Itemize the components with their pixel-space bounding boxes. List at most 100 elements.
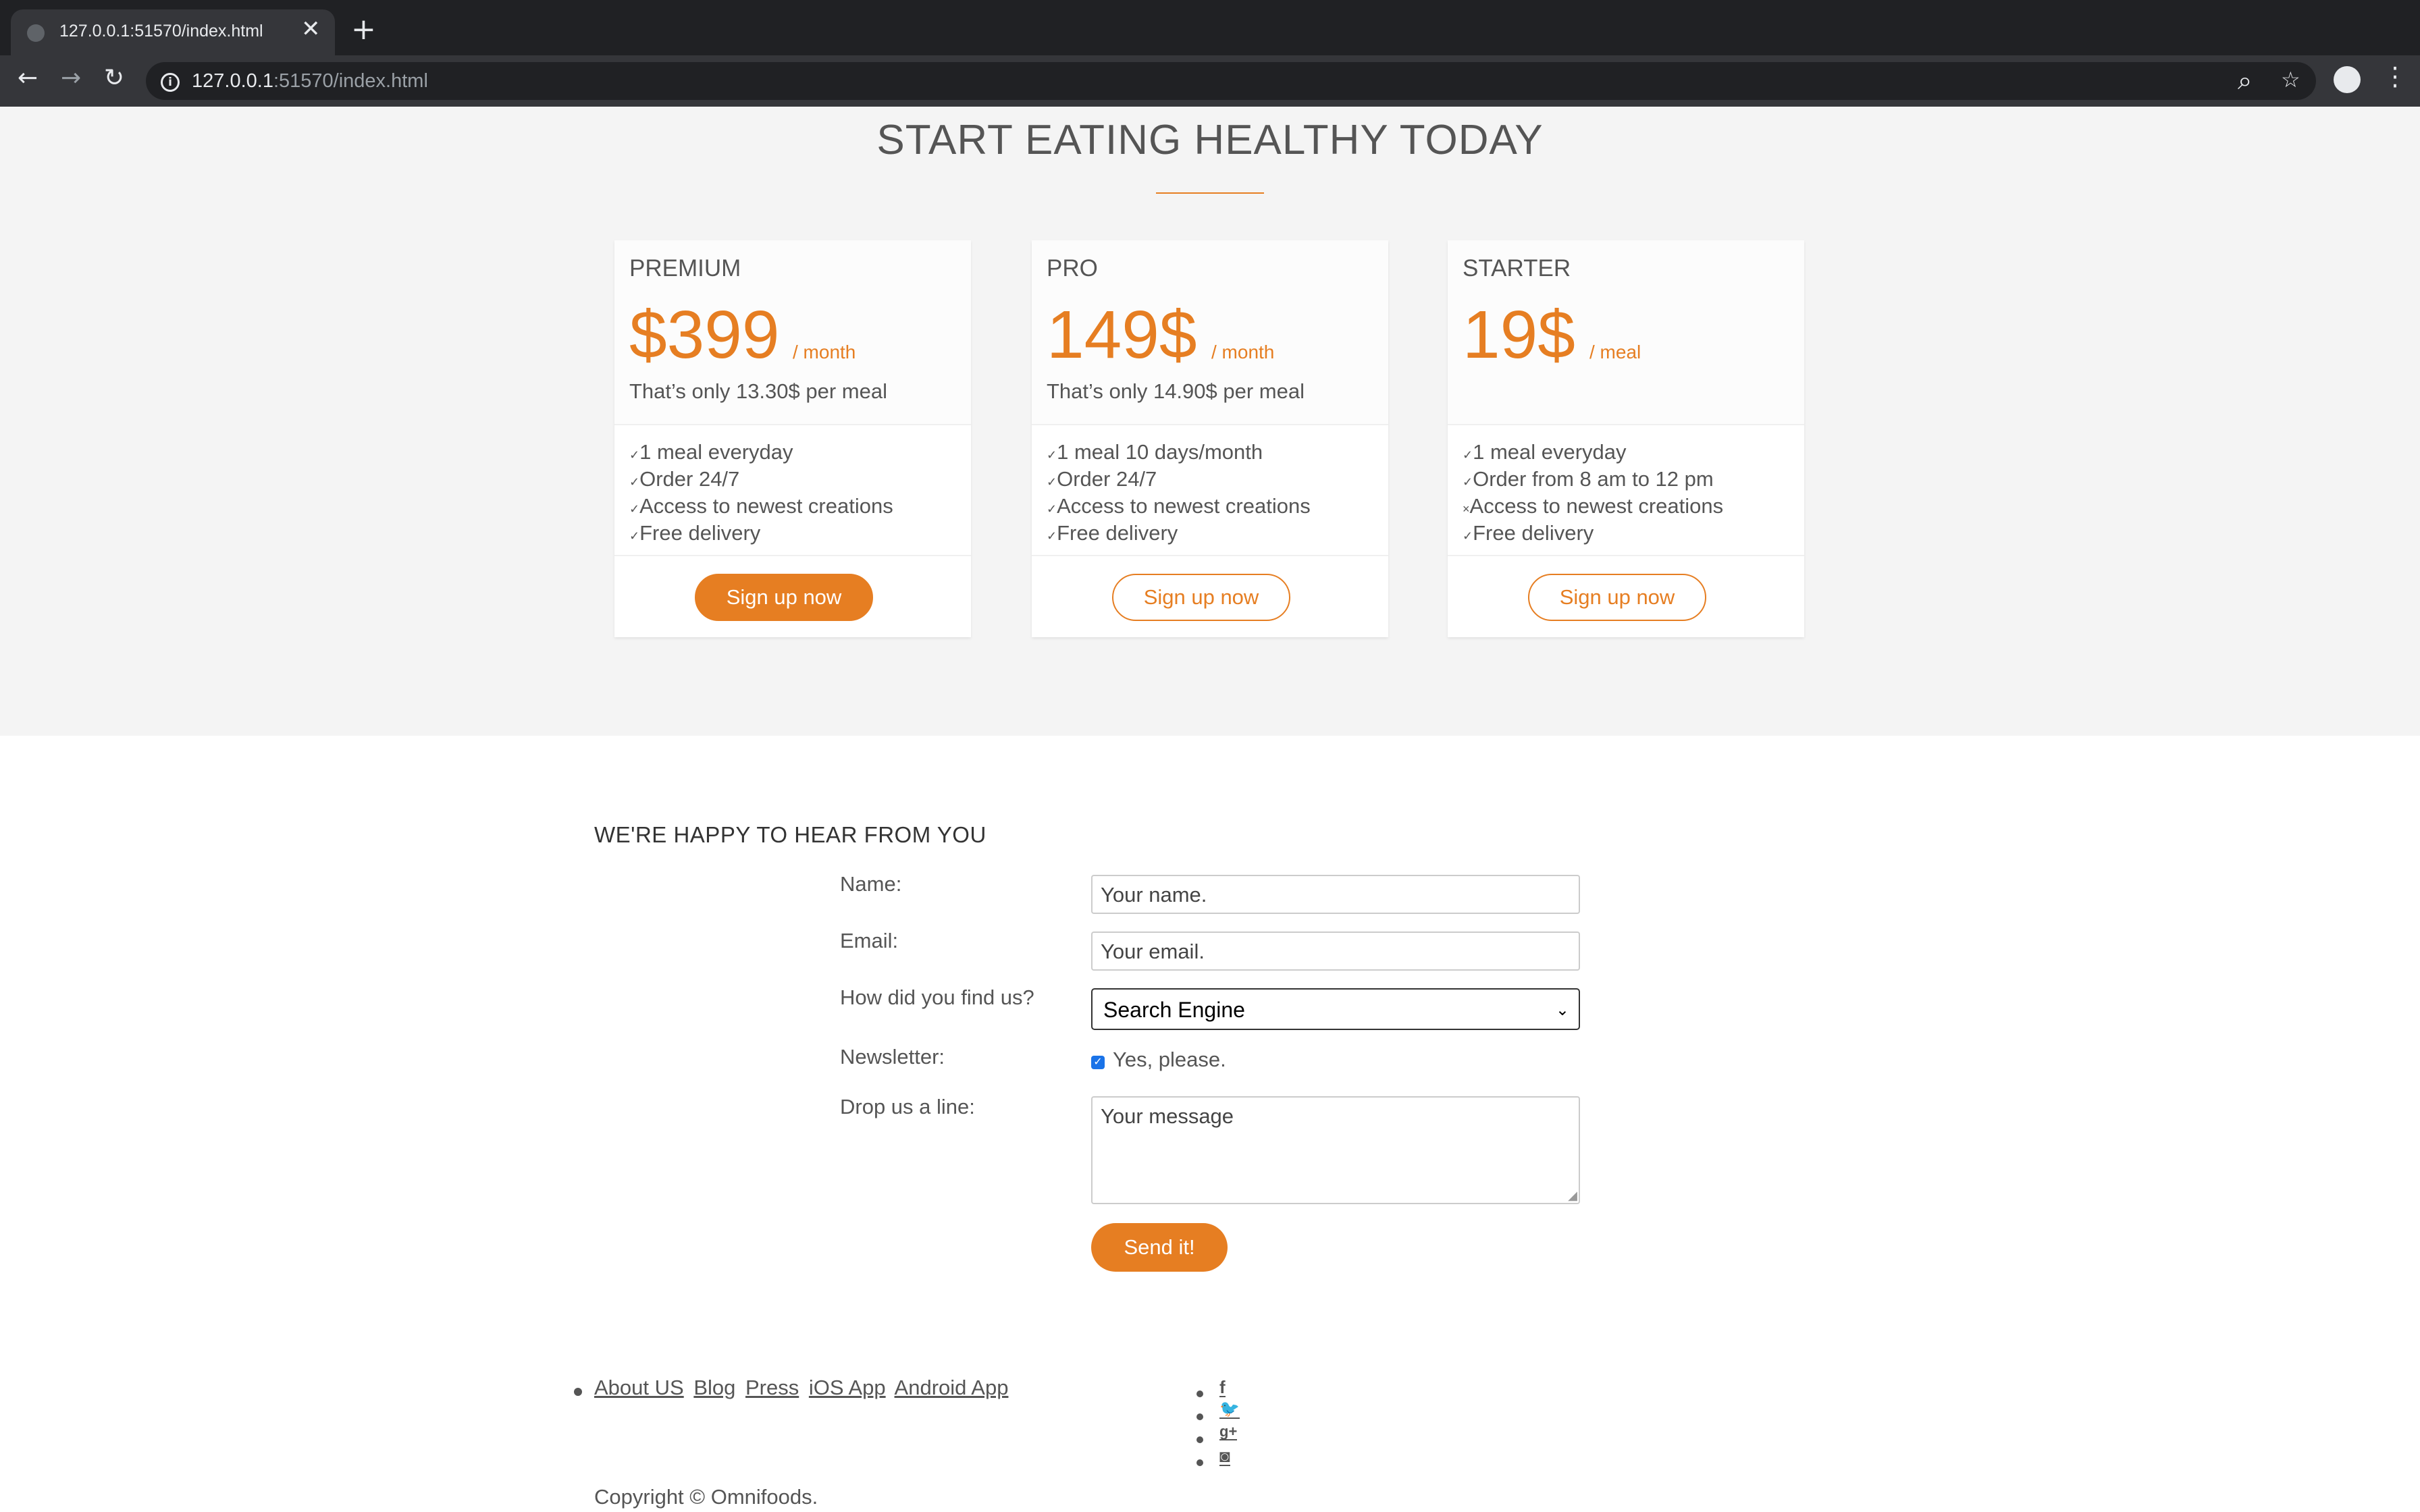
list-bullet	[1196, 1413, 1203, 1420]
back-arrow-icon[interactable]: ←	[18, 66, 38, 90]
address-bar[interactable]: i 127.0.0.1:51570/index.html ⌕ ☆	[146, 62, 2316, 100]
plan-per-meal: That’s only 13.30$ per meal	[629, 379, 887, 403]
browser-tab[interactable]: 127.0.0.1:51570/index.html ✕	[11, 9, 335, 55]
twitter-icon[interactable]: 🐦	[1219, 1401, 1240, 1419]
feature-item: ✓Order 24/7	[629, 467, 740, 491]
feature-item: ✓Free delivery	[1463, 521, 1594, 545]
newsletter-option-label[interactable]: Yes, please.	[1113, 1048, 1226, 1072]
page-content: START EATING HEALTHY TODAY PREMIUM $399 …	[0, 107, 2420, 1512]
find-us-select[interactable]: Search Engine ⌄	[1091, 988, 1580, 1030]
check-icon: ✓	[629, 475, 640, 489]
plan-name: STARTER	[1463, 255, 1571, 281]
check-icon: ✓	[629, 529, 640, 543]
forward-arrow-icon[interactable]: →	[61, 66, 81, 90]
signup-button-starter[interactable]: Sign up now	[1528, 574, 1706, 621]
newsletter-checkbox[interactable]: ✓	[1091, 1056, 1105, 1069]
find-us-selected-value: Search Engine	[1103, 998, 1245, 1022]
plan-price-unit: / meal	[1589, 342, 1641, 362]
plan-price: 149$	[1047, 297, 1197, 373]
reload-icon[interactable]: ↻	[104, 66, 124, 90]
message-textarea[interactable]: Your message ◢	[1091, 1096, 1580, 1204]
url-host: 127.0.0.1	[192, 70, 273, 92]
plan-card-premium: PREMIUM $399 / month That’s only 13.30$ …	[614, 240, 971, 637]
plan-per-meal: That’s only 14.90$ per meal	[1047, 379, 1305, 403]
list-bullet	[1196, 1436, 1203, 1443]
feature-item: ✓Access to newest creations	[629, 494, 893, 518]
browser-toolbar: ← → ↻ i 127.0.0.1:51570/index.html ⌕ ☆ ⋮	[0, 55, 2420, 107]
zoom-icon[interactable]: ⌕	[2238, 68, 2252, 93]
browser-tab-strip: 127.0.0.1:51570/index.html ✕ +	[0, 0, 2420, 55]
check-icon: ✓	[1463, 529, 1473, 543]
plans-section: START EATING HEALTHY TODAY PREMIUM $399 …	[0, 107, 2420, 736]
name-field[interactable]: Your name.	[1091, 875, 1580, 914]
check-icon: ✓	[629, 502, 640, 516]
newsletter-label: Newsletter:	[840, 1045, 945, 1069]
check-icon: ✓	[629, 448, 640, 462]
chevron-down-icon: ⌄	[1555, 1001, 1569, 1019]
signup-button-premium[interactable]: Sign up now	[695, 574, 873, 621]
feature-item: ×Access to newest creations	[1463, 494, 1724, 518]
footer-nav: About US Blog Press iOS App Android App	[594, 1376, 1012, 1400]
card-divider	[614, 555, 971, 556]
footer-link-android[interactable]: Android App	[895, 1376, 1009, 1399]
check-icon: ✓	[1047, 529, 1057, 543]
plan-name: PRO	[1047, 255, 1098, 281]
globe-icon	[27, 24, 45, 42]
email-field[interactable]: Your email.	[1091, 932, 1580, 971]
plan-price-unit: / month	[1211, 342, 1275, 362]
title-divider	[1156, 192, 1264, 194]
message-placeholder: Your message	[1101, 1104, 1234, 1128]
plan-features: ✓1 meal everyday ✓Order 24/7 ✓Access to …	[629, 440, 893, 548]
facebook-icon[interactable]: f	[1219, 1378, 1226, 1397]
feature-item: ✓Order from 8 am to 12 pm	[1463, 467, 1714, 491]
feature-item: ✓Order 24/7	[1047, 467, 1157, 491]
copyright: Copyright © Omnifoods.	[594, 1485, 818, 1509]
check-icon: ✓	[1047, 475, 1057, 489]
plan-features: ✓1 meal everyday ✓Order from 8 am to 12 …	[1463, 440, 1723, 548]
footer-link-ios[interactable]: iOS App	[809, 1376, 886, 1399]
feature-item: ✓1 meal everyday	[629, 440, 793, 464]
url-text[interactable]: 127.0.0.1:51570/index.html	[192, 70, 428, 92]
message-label: Drop us a line:	[840, 1095, 975, 1118]
plan-price: $399	[629, 297, 780, 373]
close-icon[interactable]: ✕	[301, 18, 321, 40]
plan-price: 19$	[1463, 297, 1575, 373]
tab-title: 127.0.0.1:51570/index.html	[59, 22, 263, 40]
resize-handle-icon[interactable]: ◢	[1568, 1189, 1577, 1202]
feature-item: ✓Free delivery	[1047, 521, 1178, 545]
name-label: Name:	[840, 872, 902, 896]
section-title: START EATING HEALTHY TODAY	[876, 117, 1544, 163]
plan-card-starter: STARTER 19$ / meal ✓1 meal everyday ✓Ord…	[1448, 240, 1804, 637]
info-icon[interactable]: i	[161, 73, 180, 92]
list-bullet	[574, 1388, 582, 1396]
email-label: Email:	[840, 929, 899, 952]
check-icon: ✓	[1463, 448, 1473, 462]
card-divider	[1448, 555, 1804, 556]
google-plus-icon[interactable]: g+	[1219, 1424, 1238, 1440]
profile-avatar-icon[interactable]	[2334, 66, 2361, 93]
kebab-menu-icon[interactable]: ⋮	[2382, 63, 2408, 89]
plan-price-unit: / month	[793, 342, 856, 362]
feature-item: ✓1 meal everyday	[1463, 440, 1627, 464]
footer-link-press[interactable]: Press	[745, 1376, 799, 1399]
plan-card-header: PRO 149$ / month That’s only 14.90$ per …	[1032, 240, 1388, 425]
footer-link-about[interactable]: About US	[594, 1376, 684, 1399]
plan-card-header: STARTER 19$ / meal	[1448, 240, 1804, 425]
url-path: :51570/index.html	[273, 70, 428, 92]
feature-item: ✓1 meal 10 days/month	[1047, 440, 1263, 464]
plan-name: PREMIUM	[629, 255, 741, 281]
check-icon: ✓	[1047, 502, 1057, 516]
new-tab-icon[interactable]: +	[351, 15, 376, 45]
instagram-icon[interactable]: ◙	[1219, 1447, 1230, 1466]
bookmark-star-icon[interactable]: ☆	[2281, 69, 2300, 90]
list-bullet	[1196, 1390, 1203, 1397]
footer-link-blog[interactable]: Blog	[693, 1376, 735, 1399]
check-icon: ✓	[1463, 475, 1473, 489]
signup-button-pro[interactable]: Sign up now	[1112, 574, 1290, 621]
find-us-label: How did you find us?	[840, 986, 1034, 1009]
list-bullet	[1196, 1459, 1203, 1466]
plan-features: ✓1 meal 10 days/month ✓Order 24/7 ✓Acces…	[1047, 440, 1311, 548]
contact-title: WE'RE HAPPY TO HEAR FROM YOU	[594, 822, 987, 847]
send-button[interactable]: Send it!	[1091, 1223, 1228, 1272]
cross-icon: ×	[1463, 502, 1470, 516]
